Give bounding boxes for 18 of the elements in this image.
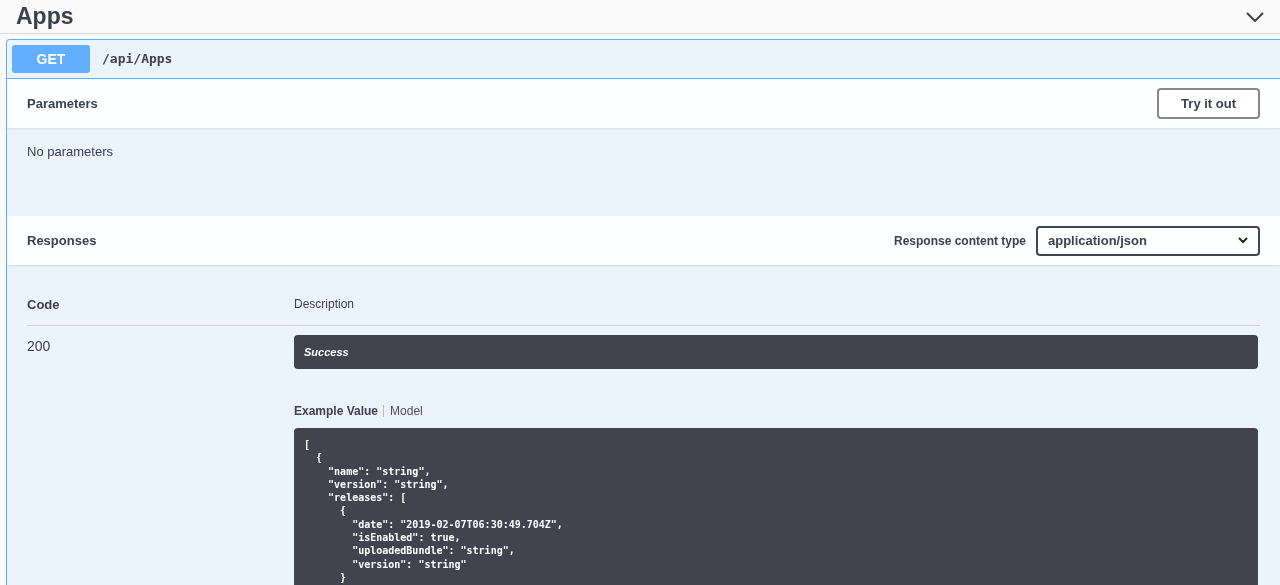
- caret-icon: [1238, 237, 1248, 244]
- example-json-code: [ { "name": "string", "version": "string", "releases": [ { "date": "2019-02-07T06:30:49.704Z", "isEnabled": true, "uploadedBundle": "string", "version": "string" }: [294, 428, 1258, 585]
- try-it-out-button[interactable]: Try it out: [1157, 87, 1260, 120]
- section-title[interactable]: Apps: [16, 2, 74, 31]
- no-parameters-text: No parameters: [27, 144, 113, 159]
- parameters-heading: Parameters: [27, 94, 98, 113]
- example-tab[interactable]: Example Value: [294, 402, 384, 420]
- chevron-down-icon[interactable]: [1246, 11, 1264, 22]
- example-tab[interactable]: Model: [390, 402, 428, 420]
- method-badge: GET: [12, 45, 90, 73]
- column-header: Code: [27, 285, 294, 326]
- endpoint-path: /api/Apps: [102, 50, 173, 69]
- responses-heading: Responses: [27, 231, 97, 250]
- content-type-label: Response content type: [893, 232, 1026, 250]
- response-description: Success: [294, 334, 1258, 369]
- column-header: Description: [294, 285, 1260, 326]
- response-code: 200: [27, 336, 52, 356]
- content-type-select[interactable]: application/json: [1036, 225, 1260, 256]
